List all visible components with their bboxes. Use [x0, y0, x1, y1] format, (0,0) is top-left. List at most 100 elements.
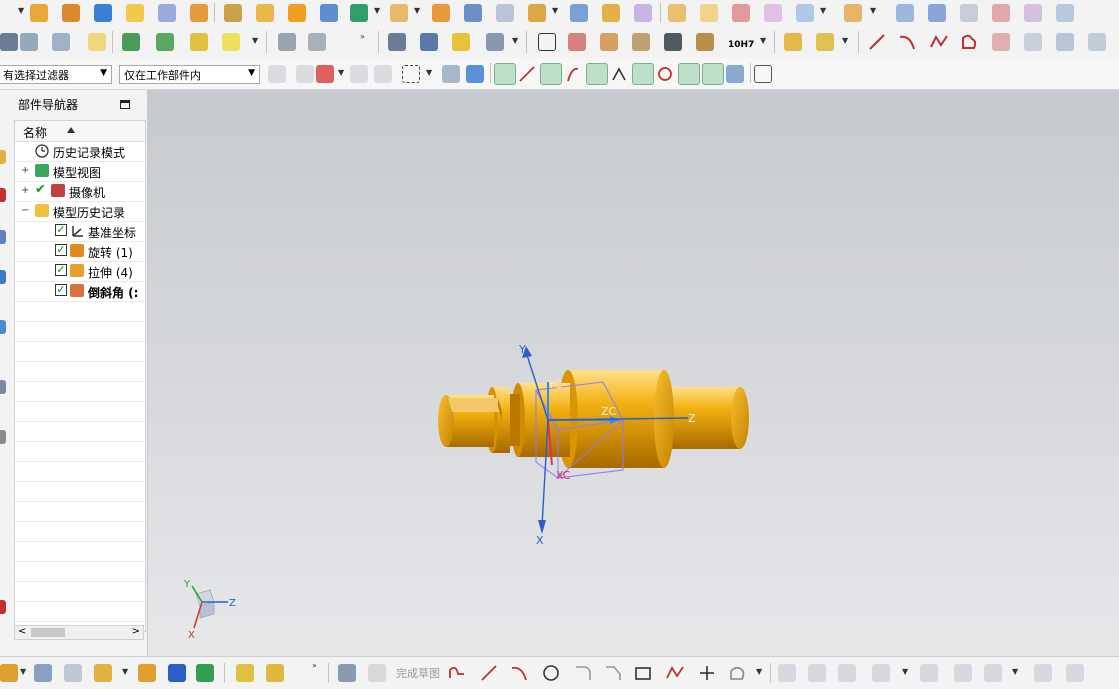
box-select-icon[interactable]	[402, 65, 420, 83]
sketch-offset-icon[interactable]	[728, 664, 746, 682]
assembly-icon[interactable]	[784, 33, 802, 51]
tolerance-label[interactable]: 10H7	[728, 40, 754, 50]
finish-sketch-icon[interactable]	[368, 664, 386, 682]
dropdown-arrow-icon[interactable]: ▼	[870, 6, 876, 15]
roles-icon[interactable]	[0, 600, 6, 614]
studio-spline-icon[interactable]	[930, 33, 948, 51]
tree-item-chamfer[interactable]: ✓ 倒斜角 (:	[15, 281, 145, 302]
shell-icon[interactable]	[390, 4, 408, 22]
select-body-icon[interactable]	[442, 65, 460, 83]
i-form-icon[interactable]	[1024, 4, 1042, 22]
sketch-point-icon[interactable]	[698, 664, 716, 682]
sphere-icon[interactable]	[190, 4, 208, 22]
mid-point-icon[interactable]	[540, 63, 562, 85]
text-style-icon[interactable]	[222, 33, 240, 51]
curve-rule-icon[interactable]	[350, 65, 368, 83]
cylinder-part-icon[interactable]	[388, 33, 406, 51]
dropdown-arrow-icon[interactable]: ▼	[338, 68, 344, 77]
swept-icon[interactable]	[764, 4, 782, 22]
cone-icon[interactable]	[158, 4, 176, 22]
circle-center-icon[interactable]	[632, 63, 654, 85]
graphics-window[interactable]: Y Z X YC ZC XC Y Z X	[148, 90, 1119, 656]
dropdown-arrow-icon[interactable]: ▼	[122, 667, 128, 676]
studio-surface-icon[interactable]	[796, 4, 814, 22]
select-face-icon[interactable]	[466, 65, 484, 83]
auto-dimension-icon[interactable]	[954, 664, 972, 682]
snap-point-icon[interactable]	[494, 63, 516, 85]
revolve-icon[interactable]	[256, 4, 274, 22]
dropdown-arrow-icon[interactable]: ▼	[842, 36, 848, 45]
dropdown-arrow-icon[interactable]: ▼	[20, 667, 26, 676]
dimension-icon[interactable]	[920, 664, 938, 682]
control-point-icon[interactable]	[564, 65, 582, 83]
more-chevron-icon[interactable]: »	[312, 661, 317, 670]
dropdown-arrow-icon[interactable]: ▼	[374, 6, 380, 15]
gear-icon[interactable]	[486, 33, 504, 51]
datum-csys-icon[interactable]	[0, 33, 18, 51]
web-browser-icon[interactable]	[0, 380, 6, 394]
edge-blend-icon[interactable]	[432, 4, 450, 22]
note-icon[interactable]	[664, 33, 682, 51]
offset-face-icon[interactable]	[570, 4, 588, 22]
visibility-checkbox[interactable]: ✓	[55, 224, 67, 236]
add-component-icon[interactable]	[816, 33, 834, 51]
tree-item-revolve[interactable]: ✓ 旋转 (1)	[15, 241, 145, 262]
extrude-icon[interactable]	[224, 4, 242, 22]
scroll-left-icon[interactable]: <	[18, 626, 26, 637]
constraint-navigator-icon[interactable]	[0, 188, 6, 202]
block-icon[interactable]	[94, 4, 112, 22]
maximize-icon[interactable]	[120, 100, 130, 109]
quadrant-point-icon[interactable]	[656, 65, 674, 83]
profile-icon[interactable]	[960, 33, 978, 51]
extract-geometry-icon[interactable]	[1088, 33, 1106, 51]
symbol-icon[interactable]	[632, 33, 650, 51]
sketch-line-icon[interactable]	[480, 664, 498, 682]
sketch-fillet-icon[interactable]	[574, 664, 592, 682]
sketch-chamfer-icon[interactable]	[604, 664, 622, 682]
constraints-icon[interactable]	[266, 664, 284, 682]
quick-trim-icon[interactable]	[778, 664, 796, 682]
scope-filter-select[interactable]: 仅在工作部件内 ▼	[119, 65, 260, 84]
x-form-icon[interactable]	[992, 4, 1010, 22]
make-corner-icon[interactable]	[838, 664, 856, 682]
tree-item-datum-csys[interactable]: ✓ 基准坐标	[15, 221, 145, 242]
trim-body-icon[interactable]	[496, 4, 514, 22]
color-icon[interactable]	[190, 33, 208, 51]
mirror-feature-icon[interactable]	[634, 4, 652, 22]
intersection-point-icon[interactable]	[586, 63, 608, 85]
move-component-icon[interactable]	[236, 664, 254, 682]
mirror-assembly-icon[interactable]	[168, 664, 186, 682]
sketch-circle-icon[interactable]	[542, 664, 560, 682]
arc-icon[interactable]	[898, 33, 916, 51]
existing-point-icon[interactable]	[678, 63, 700, 85]
tree-item-model-history[interactable]: − 模型历史记录	[15, 201, 145, 222]
collapse-icon[interactable]: −	[21, 206, 29, 216]
bounded-plane-icon[interactable]	[960, 4, 978, 22]
sketch-icon[interactable]	[338, 664, 356, 682]
edit-object-icon[interactable]	[156, 33, 174, 51]
brush-icon[interactable]	[696, 33, 714, 51]
dropdown-arrow-icon[interactable]: ▼	[414, 6, 420, 15]
pattern-curve-icon[interactable]	[1066, 664, 1084, 682]
quick-extend-icon[interactable]	[808, 664, 826, 682]
thicken-icon[interactable]	[602, 4, 620, 22]
ruled-surface-icon[interactable]	[700, 4, 718, 22]
face-rule-icon[interactable]	[374, 65, 392, 83]
tree-item-cameras[interactable]: + ✔ 摄像机	[15, 181, 145, 202]
dropdown-arrow-icon[interactable]: ▼	[820, 6, 826, 15]
point-on-curve-icon[interactable]	[702, 63, 724, 85]
tree-item-model-views[interactable]: + 模型视图	[15, 161, 145, 182]
dropdown-arrow-icon[interactable]: ▼	[1012, 667, 1018, 676]
arc-center-icon[interactable]	[610, 65, 628, 83]
constraint-icon[interactable]	[872, 664, 890, 682]
more-chevron-icon[interactable]: »	[360, 32, 365, 41]
profile-sketch-icon[interactable]	[448, 664, 466, 682]
feature-box-icon[interactable]	[30, 4, 48, 22]
body-icon[interactable]	[34, 664, 52, 682]
curve-icon[interactable]	[278, 33, 296, 51]
horizontal-scrollbar[interactable]: < >	[14, 625, 144, 640]
grid-icon[interactable]	[754, 65, 772, 83]
tag-icon[interactable]	[88, 33, 106, 51]
intersection-curve-icon[interactable]	[1056, 33, 1074, 51]
split-body-icon[interactable]	[528, 4, 546, 22]
